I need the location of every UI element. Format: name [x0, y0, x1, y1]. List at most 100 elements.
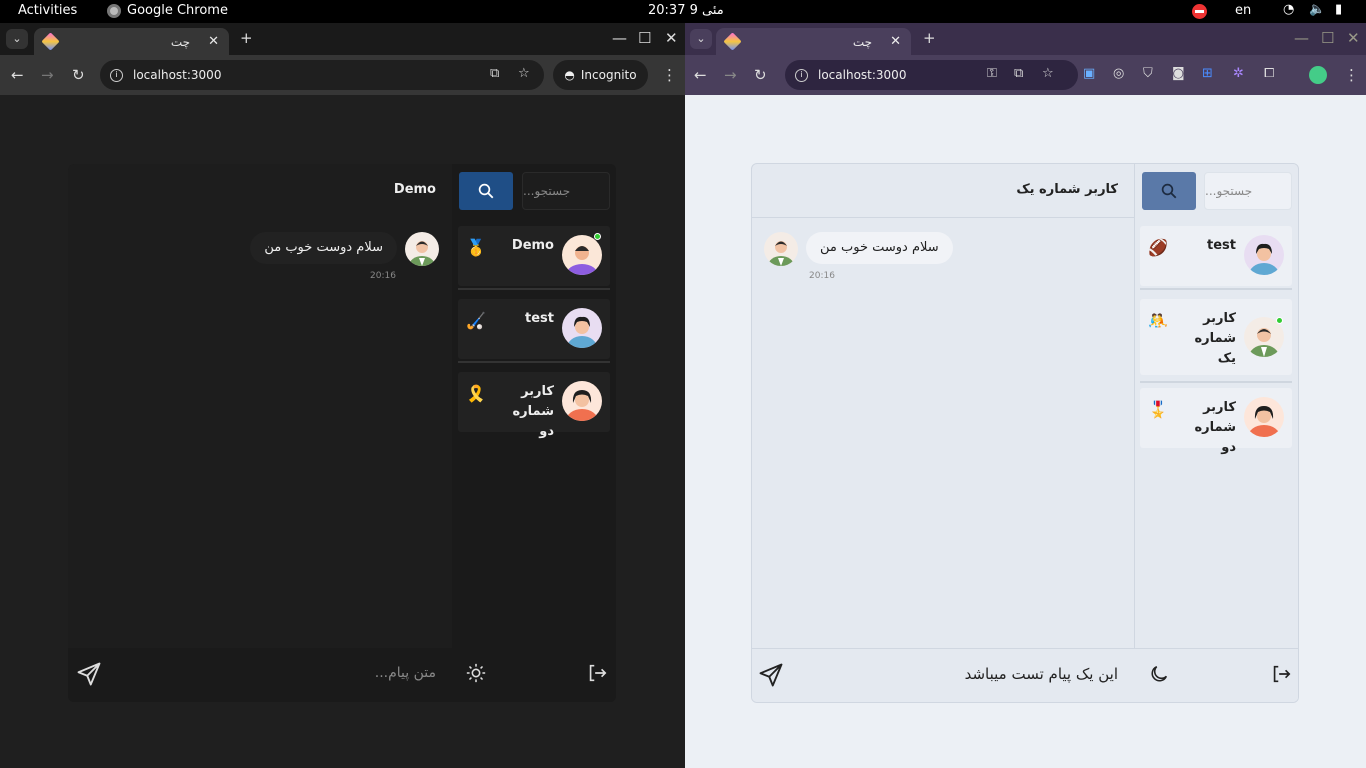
app-menu[interactable]: Google Chrome — [107, 3, 228, 18]
message-input[interactable]: این یک پیام تست میباشد — [965, 665, 1118, 683]
bookmark-star-icon[interactable]: ☆ — [518, 66, 530, 81]
incognito-icon: ◓ — [564, 68, 575, 82]
tab-chat[interactable]: چت ✕ — [716, 28, 911, 55]
address-bar[interactable]: i localhost:3000 ⚿ ⧉ ☆ — [785, 60, 1078, 90]
volume-icon[interactable]: 🔈 — [1309, 2, 1325, 17]
contact-list: Demo 🥇 test 🏑 کاربر شماره دو 🎗️ — [458, 226, 610, 445]
back-icon[interactable]: ← — [11, 66, 24, 84]
browser-window-light: ⌄ چت ✕ + — ☐ ✕ ← → ↻ i localhost:3000 ⚿ … — [685, 23, 1366, 768]
page-content: جستجو... test 🏈 کاربر شماره یک 🤼 کاربر ش… — [685, 95, 1366, 768]
contact-emoji: 🎗️ — [466, 384, 486, 403]
contact-list: test 🏈 کاربر شماره یک 🤼 کاربر شماره دو 🎖… — [1140, 226, 1292, 461]
message-row: سلام دوست خوب من — [250, 232, 439, 266]
chat-footer: این یک پیام تست میباشد — [752, 648, 1298, 702]
incognito-badge[interactable]: ◓ Incognito — [553, 60, 648, 90]
message-row: سلام دوست خوب من — [764, 232, 953, 266]
contact-item[interactable]: test 🏈 — [1140, 226, 1292, 286]
divider — [1140, 288, 1292, 290]
minimize-button[interactable]: — — [1294, 29, 1309, 47]
online-status — [594, 233, 601, 240]
logout-icon[interactable] — [1270, 663, 1292, 685]
message-input[interactable]: متن پیام... — [375, 665, 436, 681]
clock[interactable]: 20:37 مئی 9 — [648, 3, 724, 18]
search-button[interactable] — [1142, 172, 1196, 210]
message-bubble: سلام دوست خوب من — [250, 232, 397, 264]
chat-app: جستجو... Demo 🥇 test 🏑 کاربر شماره دو 🎗️… — [68, 164, 616, 702]
search-icon — [478, 183, 494, 199]
shield-icon[interactable]: ⛉ — [1143, 66, 1153, 81]
contact-emoji: 🏈 — [1148, 238, 1168, 257]
close-tab-icon[interactable]: ✕ — [890, 34, 901, 49]
sidebar: جستجو... test 🏈 کاربر شماره یک 🤼 کاربر ش… — [1134, 164, 1298, 702]
moon-icon[interactable] — [1148, 663, 1170, 685]
browser-menu-icon[interactable]: ⋮ — [662, 66, 677, 84]
translate-icon[interactable]: ⧉ — [490, 66, 499, 81]
close-tab-icon[interactable]: ✕ — [208, 34, 219, 49]
contact-name: کاربر شماره دو — [512, 384, 554, 439]
search-input[interactable]: جستجو... — [1204, 172, 1292, 210]
divider — [1140, 381, 1292, 383]
search-button[interactable] — [459, 172, 513, 210]
contact-item[interactable]: کاربر شماره دو 🎖️ — [1140, 388, 1292, 455]
language-indicator[interactable]: en — [1235, 3, 1251, 18]
site-info-icon[interactable]: i — [795, 68, 808, 82]
contact-item[interactable]: کاربر شماره یک 🤼 — [1140, 299, 1292, 375]
logout-icon[interactable] — [586, 662, 608, 684]
toolbar: ← → ↻ i localhost:3000 ⚿ ⧉ ☆ ▣ ◎ ⛉ ◙ ⊞ ✲… — [685, 55, 1366, 95]
message-time: 20:16 — [809, 271, 835, 281]
tab-strip: ⌄ چت ✕ + — ☐ ✕ — [0, 23, 685, 55]
chat-title: کاربر شماره یک — [1016, 182, 1118, 197]
search-input[interactable]: جستجو... — [522, 172, 610, 210]
address-bar[interactable]: i localhost:3000 ⧉ ☆ — [100, 60, 544, 90]
maximize-button[interactable]: ☐ — [1321, 29, 1334, 47]
tab-title: چت — [852, 34, 873, 49]
maximize-button[interactable]: ☐ — [638, 29, 651, 47]
avatar — [1244, 235, 1284, 275]
extension-icon[interactable]: ▣ — [1083, 66, 1095, 81]
contact-item[interactable]: Demo 🥇 — [458, 226, 610, 286]
minimize-button[interactable]: — — [612, 29, 627, 47]
bookmark-star-icon[interactable]: ☆ — [1042, 66, 1054, 81]
forward-icon[interactable]: → — [724, 66, 737, 84]
contact-item[interactable]: test 🏑 — [458, 299, 610, 359]
camera-icon[interactable]: ◙ — [1172, 66, 1185, 81]
new-tab-button[interactable]: + — [923, 29, 936, 47]
avatar — [562, 235, 602, 275]
send-icon[interactable] — [757, 661, 785, 689]
extension-icon[interactable]: ✲ — [1233, 66, 1244, 81]
extension-icon[interactable]: ◎ — [1113, 66, 1124, 81]
contact-name: test — [1207, 238, 1236, 253]
contact-emoji: 🥇 — [466, 238, 486, 257]
site-info-icon[interactable]: i — [110, 68, 123, 82]
back-icon[interactable]: ← — [694, 66, 707, 84]
profile-avatar[interactable] — [1309, 66, 1327, 84]
translate-extension-icon[interactable]: ⊞ — [1202, 66, 1213, 81]
translate-icon[interactable]: ⧉ — [1014, 66, 1023, 81]
page-content: جستجو... Demo 🥇 test 🏑 کاربر شماره دو 🎗️… — [0, 95, 685, 768]
message-avatar — [764, 232, 798, 266]
avatar — [562, 308, 602, 348]
tab-search-button[interactable]: ⌄ — [6, 29, 28, 49]
reload-icon[interactable]: ↻ — [754, 66, 767, 84]
tab-search-button[interactable]: ⌄ — [690, 29, 712, 49]
password-key-icon[interactable]: ⚿ — [987, 66, 997, 81]
contact-item[interactable]: کاربر شماره دو 🎗️ — [458, 372, 610, 439]
close-window-button[interactable]: ✕ — [665, 29, 678, 47]
battery-icon[interactable]: ▮ — [1335, 2, 1342, 17]
reload-icon[interactable]: ↻ — [72, 66, 85, 84]
chat-header: Demo — [68, 164, 452, 218]
message-avatar — [405, 232, 439, 266]
tab-chat[interactable]: چت ✕ — [34, 28, 229, 55]
extensions-puzzle-icon[interactable]: ⧠ — [1264, 66, 1274, 81]
do-not-disturb-icon[interactable] — [1192, 4, 1207, 19]
new-tab-button[interactable]: + — [240, 29, 253, 47]
sun-icon[interactable] — [465, 662, 487, 684]
favicon-icon — [723, 32, 742, 51]
activities-button[interactable]: Activities — [18, 3, 77, 18]
send-icon[interactable] — [75, 660, 103, 688]
wifi-icon[interactable]: ◔ — [1283, 2, 1294, 17]
browser-menu-icon[interactable]: ⋮ — [1344, 66, 1359, 84]
app-name: Google Chrome — [127, 3, 228, 18]
forward-icon[interactable]: → — [41, 66, 54, 84]
close-window-button[interactable]: ✕ — [1347, 29, 1360, 47]
